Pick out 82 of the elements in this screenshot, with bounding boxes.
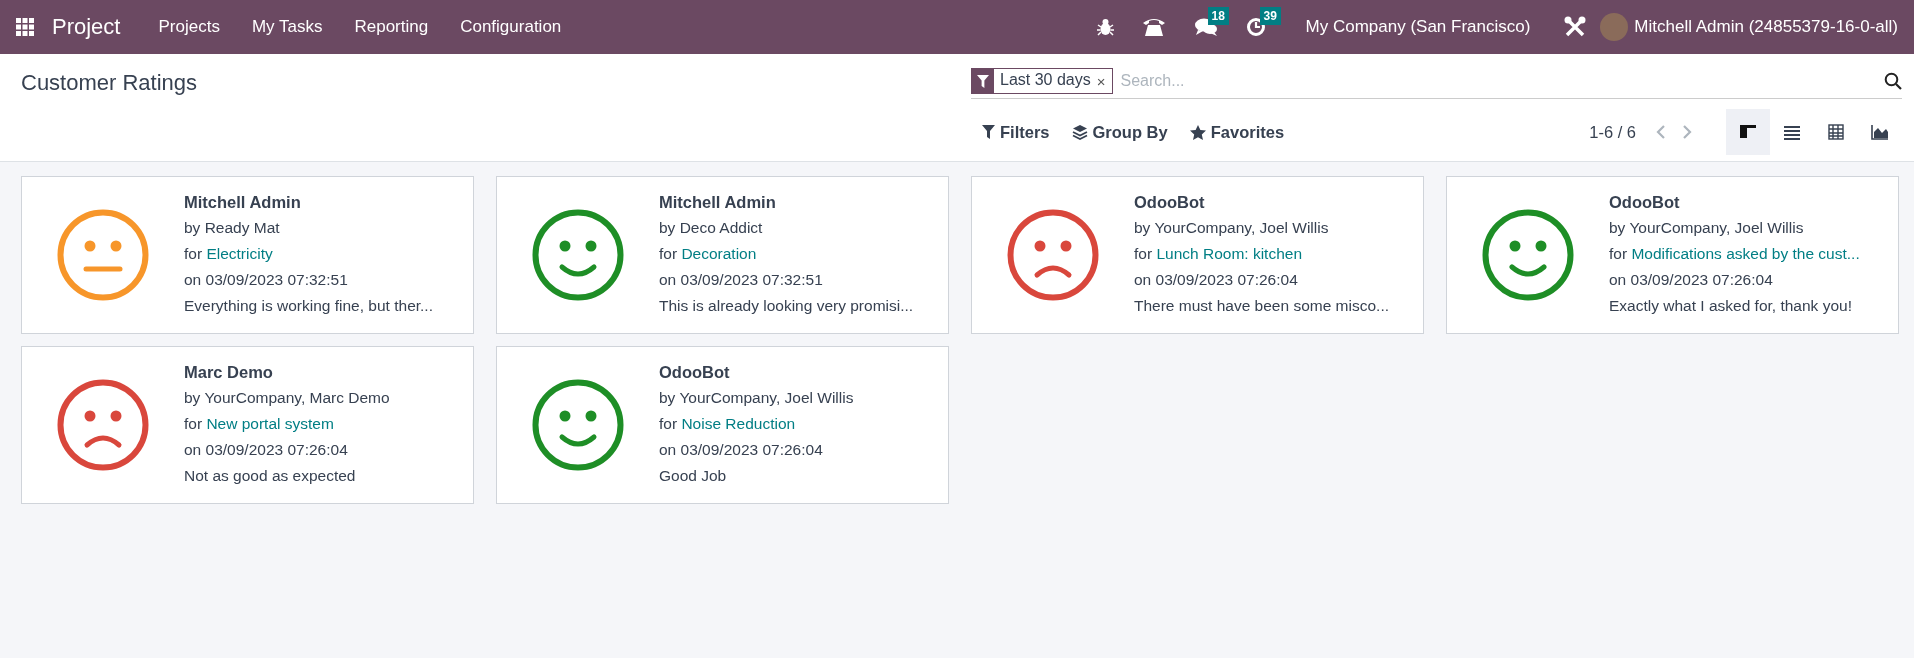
bug-icon[interactable]	[1096, 18, 1114, 36]
rating-card[interactable]: Marc Demo by YourCompany, Marc Demo for New portal system on 03/09/2023 07:26:04 Not as good as expected	[21, 346, 474, 504]
kanban-view-icon	[1740, 125, 1756, 138]
rating-card[interactable]: Mitchell Admin by Ready Mat for Electricity on 03/09/2023 07:32:51 Everything is working fine, but ther...	[21, 176, 474, 334]
table-view-icon	[1828, 124, 1844, 140]
task-link[interactable]: Noise Reduction	[681, 415, 796, 432]
menu-item[interactable]: My Tasks	[235, 17, 339, 37]
rating-partner: by Deco Addict	[659, 218, 764, 238]
rating-card[interactable]: OdooBot by YourCompany, Joel Willis for Lunch Room: kitchen on 03/09/2023 07:26:04 There must have been some misco...	[971, 176, 1424, 334]
rating-date: on 03/09/2023 07:32:51	[184, 270, 349, 290]
chevron-left-icon	[1656, 124, 1666, 140]
rating-author: OdooBot	[1609, 192, 1681, 213]
rating-card[interactable]: OdooBot by YourCompany, Joel Willis for Modifications asked by the cust... on 03/09/2023 07:26:04 Exactly what I asked for, thank you!	[1446, 176, 1899, 334]
task-link[interactable]: New portal system	[206, 415, 334, 432]
task-link[interactable]: Modifications asked by the cust...	[1631, 245, 1860, 262]
rating-card[interactable]: Mitchell Admin by Deco Addict for Decoration on 03/09/2023 07:32:51 This is already looking very promisi...	[496, 176, 949, 334]
search-icon[interactable]	[1884, 72, 1902, 90]
rating-date: on 03/09/2023 07:26:04	[1134, 270, 1299, 290]
rating-card[interactable]: OdooBot by YourCompany, Joel Willis for Noise Reduction on 03/09/2023 07:26:04 Good Job	[496, 346, 949, 504]
rating-date: on 03/09/2023 07:26:04	[659, 440, 824, 460]
rating-comment: This is already looking very promisi...	[659, 296, 914, 316]
rating-partner: by YourCompany, Joel Willis	[1609, 218, 1805, 238]
satisfied-face-icon	[532, 379, 624, 471]
list-view-icon	[1784, 126, 1800, 140]
rating-partner: by YourCompany, Joel Willis	[659, 388, 854, 408]
rating-comment: There must have been some misco...	[1134, 296, 1389, 316]
task-link[interactable]: Decoration	[681, 245, 757, 262]
message-count-badge: 18	[1207, 7, 1229, 25]
group-button[interactable]: Group By	[1060, 114, 1179, 150]
rating-comment: Everything is working fine, but ther...	[184, 296, 433, 316]
satisfied-face-icon	[1482, 209, 1574, 301]
rating-partner: by YourCompany, Marc Demo	[184, 388, 390, 408]
menu-item[interactable]: Configuration	[444, 17, 578, 37]
okay-face-icon	[57, 209, 149, 301]
rating-partner: by YourCompany, Joel Willis	[1134, 218, 1330, 238]
rating-date: on 03/09/2023 07:26:04	[184, 440, 349, 460]
filter-button[interactable]: Filters	[971, 114, 1061, 150]
app-name[interactable]: Project	[52, 14, 121, 40]
rating-author: Mitchell Admin	[184, 192, 302, 213]
menu-item[interactable]: Projects	[142, 17, 236, 37]
for-label: for	[1609, 245, 1628, 262]
remove-facet-button[interactable]: ×	[1096, 69, 1112, 93]
layers-icon	[1071, 124, 1088, 140]
clock-icon[interactable]	[1245, 17, 1266, 37]
satisfied-face-icon	[532, 209, 624, 301]
task-link[interactable]: Electricity	[206, 245, 273, 262]
rating-author: OdooBot	[659, 362, 731, 383]
filter-icon	[977, 74, 989, 88]
rating-author: Mitchell Admin	[659, 192, 777, 213]
company-switcher[interactable]: My Company (San Francisco)	[1279, 17, 1551, 37]
for-label: for	[659, 415, 678, 432]
area-chart-icon	[1871, 124, 1889, 140]
rating-comment: Exactly what I asked for, thank you!	[1609, 296, 1853, 316]
chevron-right-icon	[1682, 124, 1692, 140]
for-label: for	[659, 245, 678, 262]
dissatisfied-face-icon	[57, 379, 149, 471]
task-link[interactable]: Lunch Room: kitchen	[1156, 245, 1302, 262]
pager-value[interactable]: 1-6 / 6	[1589, 122, 1636, 142]
star-icon	[1189, 124, 1206, 140]
app-grid-icon[interactable]	[16, 18, 34, 36]
for-label: for	[184, 415, 203, 432]
view-switch-button[interactable]	[1726, 109, 1770, 155]
phone-icon[interactable]	[1141, 17, 1166, 37]
rating-author: Marc Demo	[184, 362, 274, 383]
tools-icon[interactable]	[1564, 16, 1587, 38]
dissatisfied-face-icon	[1007, 209, 1099, 301]
rating-author: OdooBot	[1134, 192, 1206, 213]
page-title: Customer Ratings	[21, 70, 199, 97]
activity-count-badge: 39	[1259, 7, 1281, 25]
user-name[interactable]: Mitchell Admin (24855379-16-0-all)	[1634, 17, 1898, 37]
for-label: for	[1134, 245, 1153, 262]
filter-icon	[982, 125, 995, 139]
facet-label: Last 30 days	[999, 70, 1092, 90]
menu-item[interactable]: Reporting	[338, 17, 445, 37]
rating-comment: Good Job	[659, 466, 728, 486]
for-label: for	[184, 245, 203, 262]
rating-date: on 03/09/2023 07:32:51	[659, 270, 824, 290]
search-field[interactable]: Search...	[1118, 71, 1878, 91]
rating-comment: Not as good as expected	[184, 466, 357, 486]
rating-date: on 03/09/2023 07:26:04	[1609, 270, 1774, 290]
favorite-button[interactable]: Favorites	[1178, 114, 1296, 150]
rating-partner: by Ready Mat	[184, 218, 281, 238]
